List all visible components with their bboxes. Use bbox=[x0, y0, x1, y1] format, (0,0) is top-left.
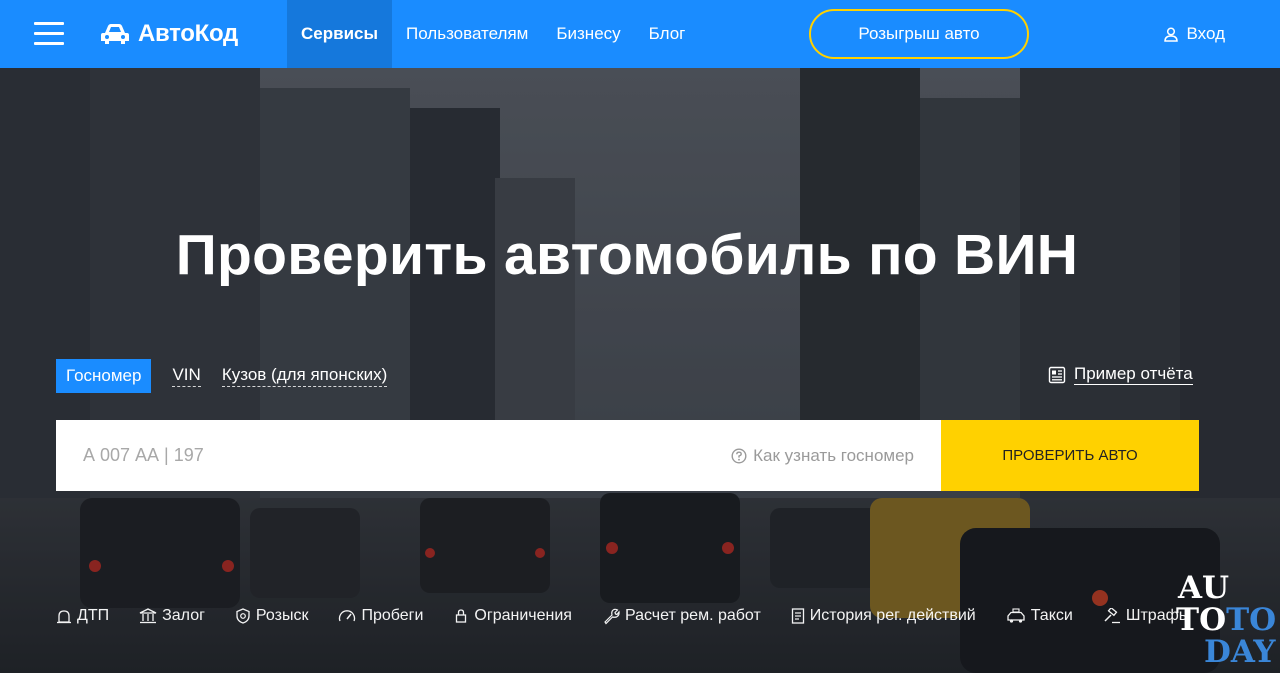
service-registration-history[interactable]: История рег. действий bbox=[791, 607, 976, 625]
tab-body-number[interactable]: Кузов (для японских) bbox=[221, 365, 388, 387]
speedometer-icon bbox=[339, 610, 356, 622]
question-icon bbox=[731, 447, 747, 464]
sample-report-label: Пример отчёта bbox=[1074, 364, 1193, 385]
login-link[interactable]: Вход bbox=[1163, 0, 1225, 68]
plate-input[interactable] bbox=[56, 420, 732, 491]
taxi-icon bbox=[1007, 608, 1025, 623]
tab-vin[interactable]: VIN bbox=[172, 365, 201, 387]
car-icon bbox=[101, 24, 129, 44]
service-repair-cost[interactable]: Расчет рем. работ bbox=[602, 607, 761, 625]
plate-help-label: Как узнать госномер bbox=[753, 445, 914, 465]
service-wanted[interactable]: Розыск bbox=[235, 607, 309, 625]
gavel-icon bbox=[1104, 608, 1120, 624]
nav-users[interactable]: Пользователям bbox=[392, 0, 542, 68]
watermark-line-1: AU bbox=[1178, 570, 1230, 606]
report-icon bbox=[1048, 366, 1066, 383]
service-pledge[interactable]: Залог bbox=[139, 607, 205, 625]
service-label: История рег. действий bbox=[809, 607, 976, 624]
promo-button[interactable]: Розыгрыш авто bbox=[809, 9, 1029, 59]
user-icon bbox=[1163, 26, 1178, 42]
watermark-line-3: DAY bbox=[1204, 634, 1276, 670]
tab-plate[interactable]: Госномер bbox=[56, 359, 152, 393]
service-label: Розыск bbox=[255, 607, 309, 624]
autotoday-watermark: AU TOTO DAY bbox=[1176, 572, 1280, 673]
document-icon bbox=[791, 608, 804, 624]
lock-icon bbox=[456, 609, 467, 623]
search-type-tabs: Госномер VIN Кузов (для японских) bbox=[56, 359, 408, 393]
service-restrictions[interactable]: Ограничения bbox=[453, 607, 572, 625]
service-label: Залог bbox=[162, 607, 205, 624]
plate-help-link[interactable]: Как узнать госномер bbox=[731, 420, 941, 491]
services-list: ДТП Залог Розыск Пробеги Ограничения Рас… bbox=[56, 607, 1220, 625]
service-taxi[interactable]: Такси bbox=[1006, 607, 1073, 625]
wrench-icon bbox=[604, 608, 620, 625]
service-label: Такси bbox=[1030, 607, 1073, 624]
bank-icon bbox=[139, 608, 157, 624]
login-label: Вход bbox=[1186, 24, 1225, 43]
watermark-to-blue: TO bbox=[1226, 602, 1277, 638]
menu-icon[interactable] bbox=[34, 22, 64, 46]
service-accidents[interactable]: ДТП bbox=[56, 607, 109, 625]
main-nav: Сервисы Пользователям Бизнесу Блог bbox=[287, 0, 699, 68]
service-label: ДТП bbox=[77, 607, 110, 624]
logo[interactable]: АвтоКод bbox=[100, 17, 238, 51]
accident-icon bbox=[57, 610, 71, 624]
service-mileage[interactable]: Пробеги bbox=[338, 607, 423, 625]
police-badge-icon bbox=[236, 608, 250, 624]
top-header: АвтоКод Сервисы Пользователям Бизнесу Бл… bbox=[0, 0, 1280, 68]
search-form: Как узнать госномер ПРОВЕРИТЬ АВТО bbox=[56, 420, 1199, 491]
service-label: Ограничения bbox=[474, 607, 572, 624]
service-label: Расчет рем. работ bbox=[624, 607, 761, 624]
watermark-line-2: TOTO bbox=[1176, 604, 1280, 636]
nav-business[interactable]: Бизнесу bbox=[542, 0, 634, 68]
nav-blog[interactable]: Блог bbox=[635, 0, 700, 68]
check-car-button[interactable]: ПРОВЕРИТЬ АВТО bbox=[941, 420, 1199, 491]
page-title: Проверить автомобиль по ВИН bbox=[175, 223, 1079, 287]
nav-services[interactable]: Сервисы bbox=[287, 0, 392, 68]
hero-section: Проверить автомобиль по ВИН Госномер VIN… bbox=[0, 68, 1280, 673]
watermark-to-white: TO bbox=[1176, 602, 1227, 638]
sample-report-link[interactable]: Пример отчёта bbox=[1048, 364, 1193, 385]
service-label: Пробеги bbox=[361, 607, 424, 624]
logo-text: АвтоКод bbox=[138, 20, 238, 47]
